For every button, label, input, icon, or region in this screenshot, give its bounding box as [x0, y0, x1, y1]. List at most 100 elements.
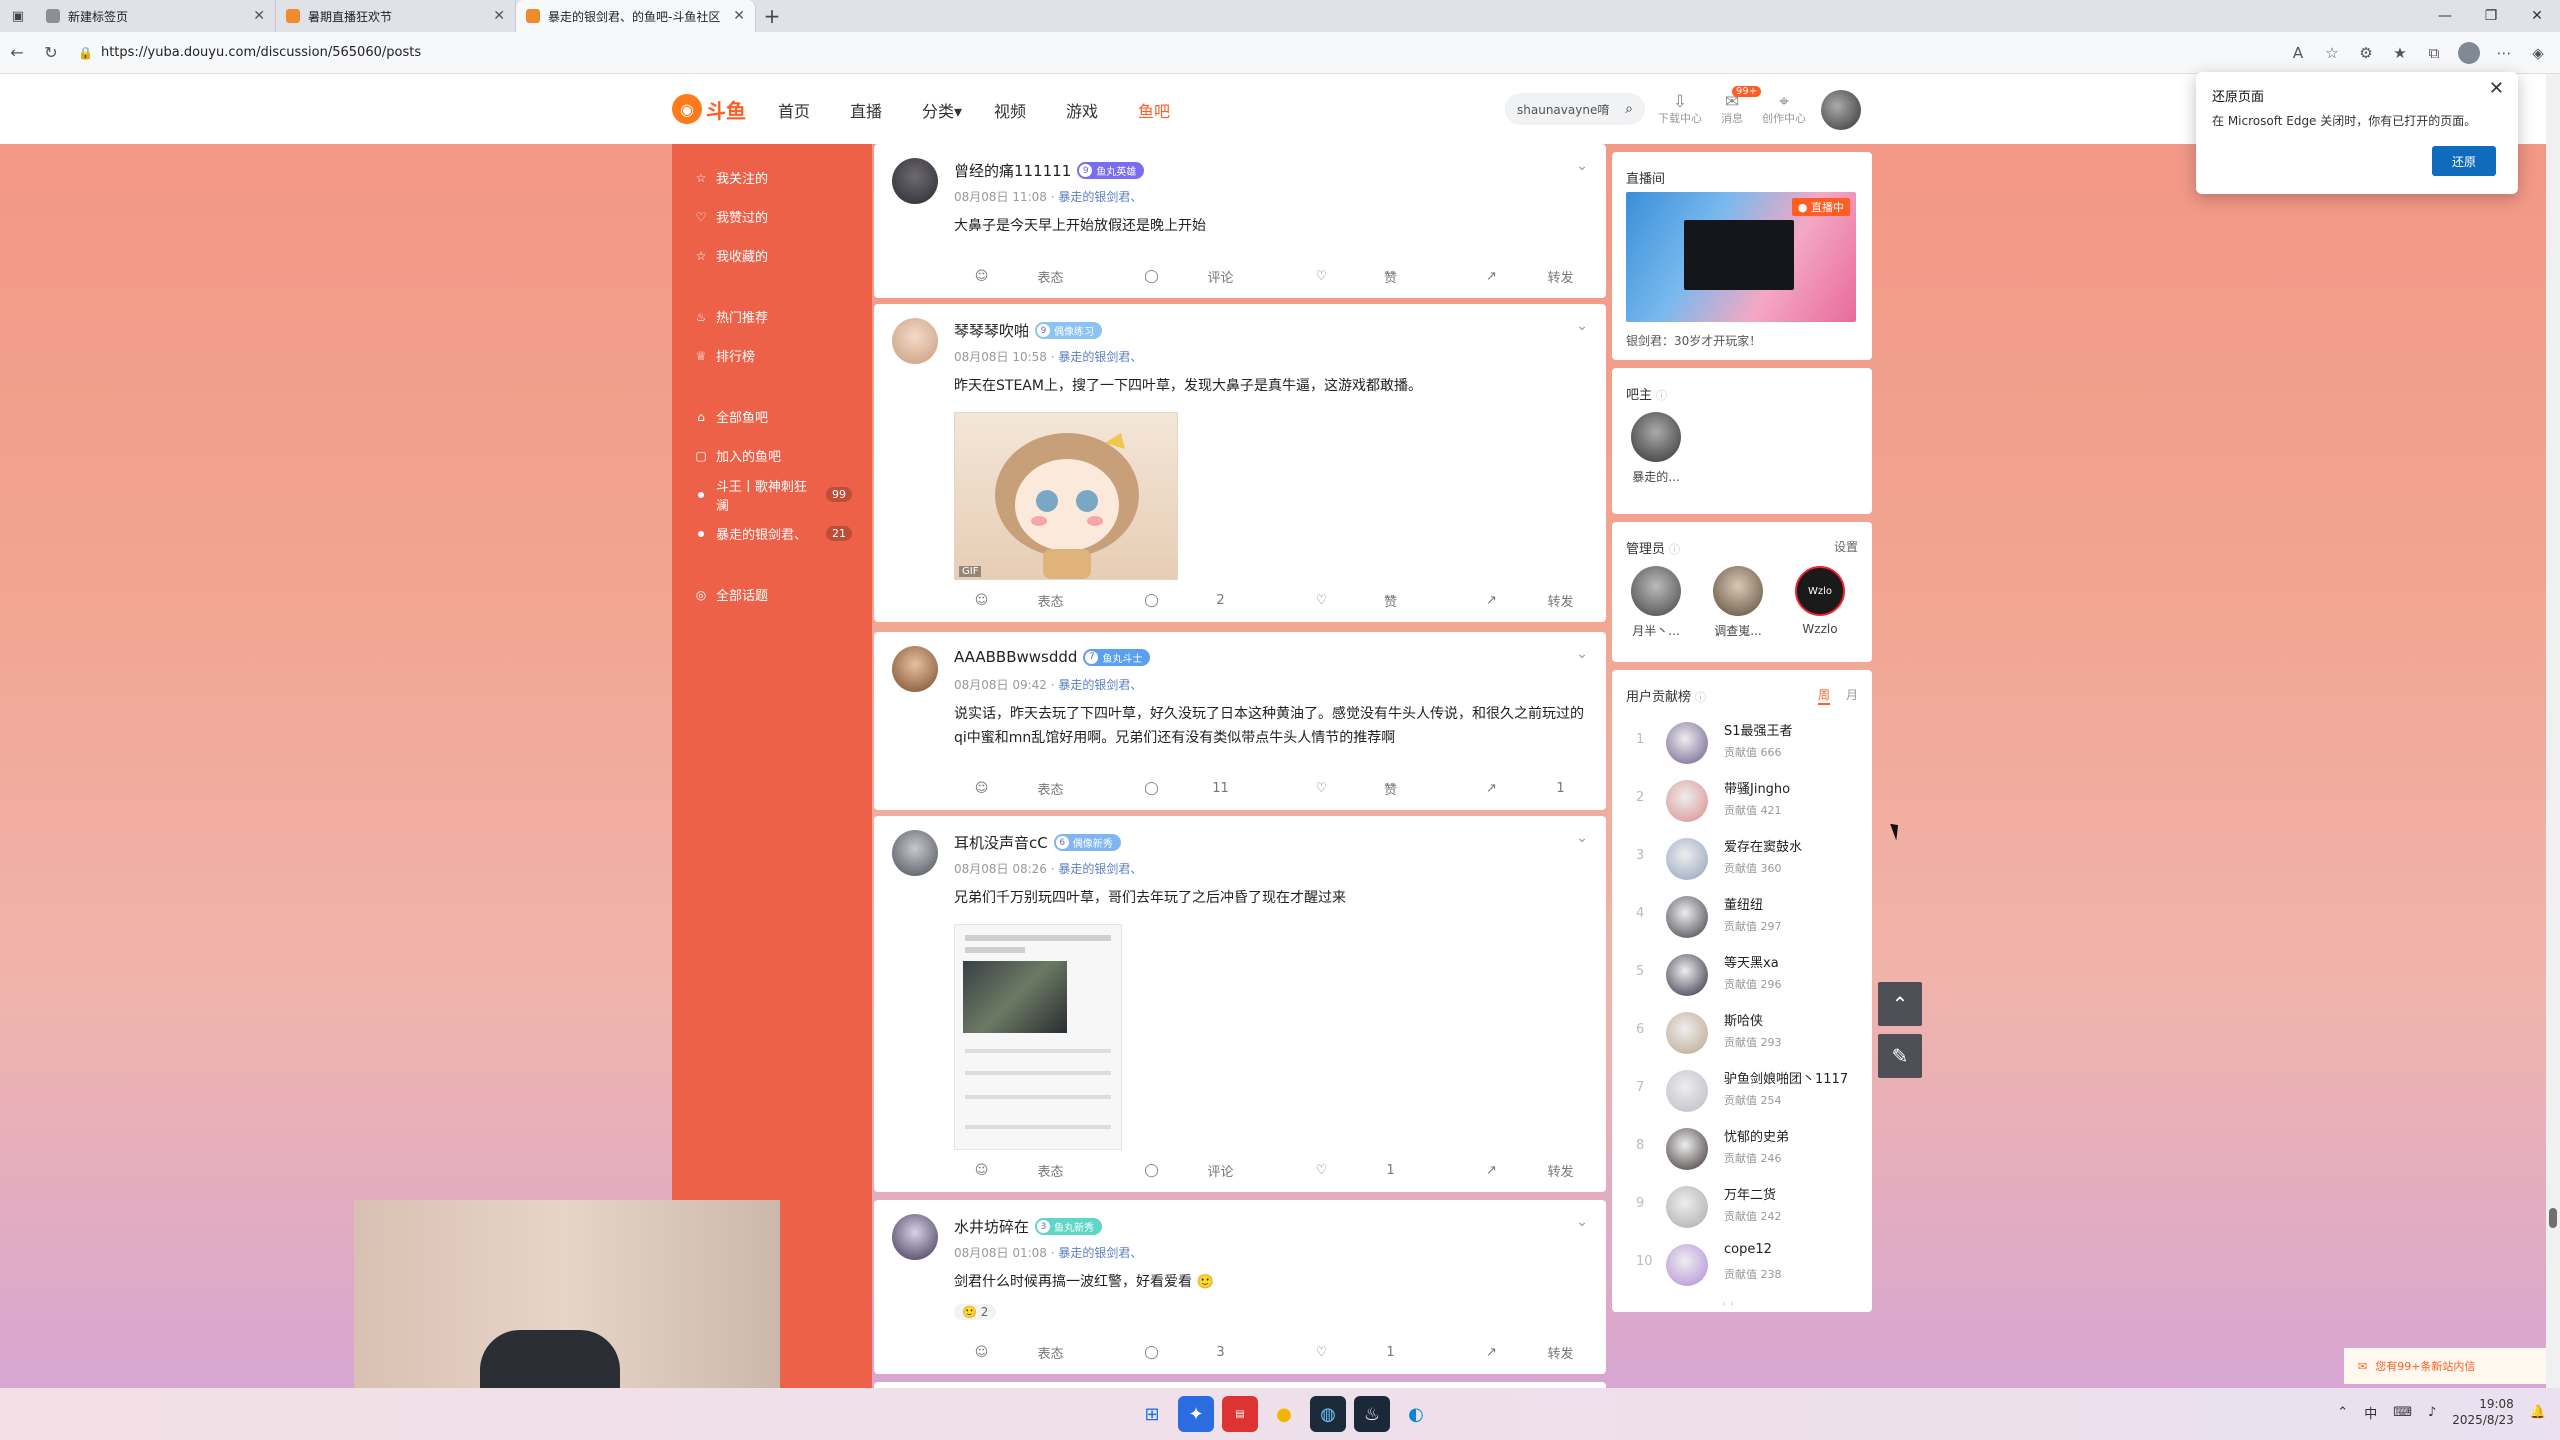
like-button[interactable]: ♡ 1	[1252, 1340, 1422, 1364]
refresh-icon[interactable]: ↻	[34, 43, 68, 62]
tab-week[interactable]: 周	[1817, 686, 1830, 705]
share-button[interactable]: ↗ 转发	[1422, 1158, 1592, 1182]
sidebar-item-liked[interactable]: ♡ 我赞过的	[672, 197, 872, 236]
message-toast[interactable]: ✉ 您有99+条新站内信	[2344, 1348, 2546, 1384]
reaction-chip[interactable]: 🙂 2	[954, 1304, 997, 1320]
post-avatar[interactable]	[892, 158, 938, 204]
rank-row[interactable]: 10 cope12 贡献值 238	[1626, 1236, 1858, 1294]
restore-button[interactable]: 还原	[2432, 146, 2496, 176]
copilot-icon[interactable]: ◈	[2528, 44, 2548, 62]
post-user[interactable]: 水井坊碎在 3 鱼丸新秀	[954, 1216, 1103, 1237]
post-user[interactable]: 耳机没声音cC 6 偶像新秀	[954, 832, 1121, 853]
compose-post-button[interactable]: ✎	[1878, 1034, 1922, 1078]
sidebar-bar-1[interactable]: 斗王丨歌神刺狂澜 99	[672, 475, 872, 514]
tab-actions-icon[interactable]: ▣	[0, 0, 36, 32]
rank-name[interactable]: 带骚Jingho	[1724, 778, 1790, 797]
app-icon[interactable]: ◍	[1310, 1396, 1346, 1432]
like-button[interactable]: ♡ 1	[1252, 1158, 1422, 1182]
post-user[interactable]: 琴琴琴吹啪 9 偶像练习	[954, 320, 1103, 341]
post-card[interactable]: 水井坊碎在 3 鱼丸新秀 08月08日 01:08 · 暴走的银剑君、 ⌄ 剑君什么…	[874, 1200, 1606, 1374]
post-user[interactable]: AAABBBwwsddd 7 鱼丸斗士	[954, 648, 1151, 666]
comment-button[interactable]: ◯ 评论	[1082, 264, 1252, 288]
more-menu-icon[interactable]: ⋯	[2494, 44, 2514, 62]
rank-row[interactable]: 9 万年二货 贡献值 242	[1626, 1178, 1858, 1236]
favorite-star-icon[interactable]: ☆	[2322, 44, 2342, 62]
rank-avatar[interactable]	[1666, 1012, 1708, 1054]
sidebar-item-all-bars[interactable]: ⌂ 全部鱼吧	[672, 397, 872, 436]
admin-item[interactable]: Wzlo Wzzlo	[1790, 566, 1850, 636]
network-icon[interactable]: ⌨	[2393, 1405, 2412, 1420]
react-button[interactable]: ☺ 表态	[912, 776, 1082, 800]
info-icon[interactable]: ⓘ	[1695, 691, 1706, 704]
rank-row[interactable]: 3 爱存在窦鼓水 贡献值 360	[1626, 830, 1858, 888]
back-icon[interactable]: ←	[0, 43, 34, 62]
post-screenshot-image[interactable]	[954, 924, 1122, 1150]
like-button[interactable]: ♡ 赞	[1252, 264, 1422, 288]
post-card[interactable]: 耳机没声音cC 6 偶像新秀 08月08日 08:26 · 暴走的银剑君、 ⌄ 兄弟…	[874, 816, 1606, 1192]
rank-row[interactable]: 5 等天黑xa 贡献值 296	[1626, 946, 1858, 1004]
url-field[interactable]: 🔒 https://yuba.douyu.com/discussion/5650…	[78, 38, 2288, 68]
post-card[interactable]: 琴琴琴吹啪 9 偶像练习 08月08日 10:58 · 暴走的银剑君、 ⌄ 昨天在S…	[874, 304, 1606, 622]
profile-avatar[interactable]	[2458, 41, 2480, 64]
sidebar-item-joined[interactable]: ▢ 加入的鱼吧	[672, 436, 872, 475]
search-input[interactable]: shaunavayne唷	[1517, 101, 1625, 118]
info-icon[interactable]: ⓘ	[1656, 389, 1667, 402]
admin-item[interactable]: 月半丶...	[1626, 566, 1686, 639]
rank-avatar[interactable]	[1666, 780, 1708, 822]
share-button[interactable]: ↗ 转发	[1422, 1340, 1592, 1364]
chevron-down-icon[interactable]: ⌄	[1576, 158, 1588, 174]
read-aloud-icon[interactable]: A	[2288, 44, 2308, 62]
sidebar-bar-2[interactable]: 暴走的银剑君、 21	[672, 514, 872, 553]
close-tab-icon[interactable]: ✕	[493, 8, 505, 24]
nav-video[interactable]: 视频	[994, 98, 1066, 122]
post-user[interactable]: 曾经的痛111111 9 鱼丸英雄	[954, 160, 1145, 181]
post-group[interactable]: 暴走的银剑君、	[1058, 190, 1142, 204]
post-card[interactable]: 曾经的痛111111 9 鱼丸英雄 08月08日 11:08 · 暴走的银剑君、 ⌄…	[874, 144, 1606, 298]
volume-icon[interactable]: ♪	[2428, 1405, 2436, 1420]
rank-row[interactable]: 8 忧郁的史弟 贡献值 246	[1626, 1120, 1858, 1178]
rank-row[interactable]: 6 斯哈侠 贡献值 293	[1626, 1004, 1858, 1062]
rank-row[interactable]: 2 带骚Jingho 贡献值 421	[1626, 772, 1858, 830]
back-to-top-button[interactable]: ⌃	[1878, 982, 1922, 1026]
rank-pager[interactable]: ‹ ›	[1722, 1297, 1734, 1310]
close-tab-icon[interactable]: ✕	[733, 8, 745, 24]
owner-item[interactable]: 暴走的...	[1626, 412, 1686, 485]
rank-name[interactable]: 忧郁的史弟	[1724, 1126, 1789, 1145]
rank-row[interactable]: 7 驴鱼剑娘啪团丶1117 贡献值 254	[1626, 1062, 1858, 1120]
tray-expand-icon[interactable]: ⌃	[2337, 1405, 2348, 1420]
chevron-down-icon[interactable]: ⌄	[1576, 830, 1588, 846]
comment-button[interactable]: ◯ 3	[1082, 1340, 1252, 1364]
rank-name[interactable]: cope12	[1724, 1242, 1772, 1257]
app-icon[interactable]: ✦	[1178, 1396, 1214, 1432]
rank-row[interactable]: 4 董纽纽 贡献值 297	[1626, 888, 1858, 946]
post-image[interactable]: GIF	[954, 412, 1178, 580]
favorites-icon[interactable]: ★	[2390, 44, 2410, 62]
app-icon[interactable]: ▤	[1222, 1396, 1258, 1432]
close-window-icon[interactable]: ✕	[2514, 0, 2560, 32]
extensions-icon[interactable]: ⚙	[2356, 44, 2376, 62]
rank-avatar[interactable]	[1666, 1186, 1708, 1228]
nav-live[interactable]: 直播	[850, 98, 922, 122]
collections-icon[interactable]: ⧉	[2424, 44, 2444, 62]
douyu-logo[interactable]: ◉ 斗鱼	[672, 90, 752, 128]
close-tab-icon[interactable]: ✕	[253, 8, 265, 24]
download-center-button[interactable]: ⇩ 下载中心	[1654, 92, 1706, 126]
rank-name[interactable]: 万年二货	[1724, 1184, 1776, 1203]
nav-game[interactable]: 游戏	[1066, 98, 1138, 122]
tab-yuba[interactable]: 暴走的银剑君、的鱼吧-斗鱼社区 ✕	[516, 0, 756, 32]
sidebar-item-following[interactable]: ☆ 我关注的	[672, 158, 872, 197]
messages-button[interactable]: ✉ 99+ 消息	[1706, 86, 1762, 126]
share-button[interactable]: ↗ 转发	[1422, 264, 1592, 288]
sidebar-item-ranking[interactable]: ♕ 排行榜	[672, 336, 872, 375]
live-thumbnail[interactable]: ● 直播中	[1626, 192, 1856, 322]
post-avatar[interactable]	[892, 830, 938, 876]
user-avatar[interactable]	[1821, 90, 1861, 130]
sidebar-item-topics[interactable]: ◎ 全部话题	[672, 575, 872, 614]
nav-category[interactable]: 分类▾	[922, 98, 994, 122]
rank-avatar[interactable]	[1666, 954, 1708, 996]
app-icon[interactable]: ●	[1266, 1396, 1302, 1432]
rank-avatar[interactable]	[1666, 1070, 1708, 1112]
rank-avatar[interactable]	[1666, 1244, 1708, 1286]
post-avatar[interactable]	[892, 318, 938, 364]
rank-name[interactable]: 爱存在窦鼓水	[1724, 836, 1802, 855]
